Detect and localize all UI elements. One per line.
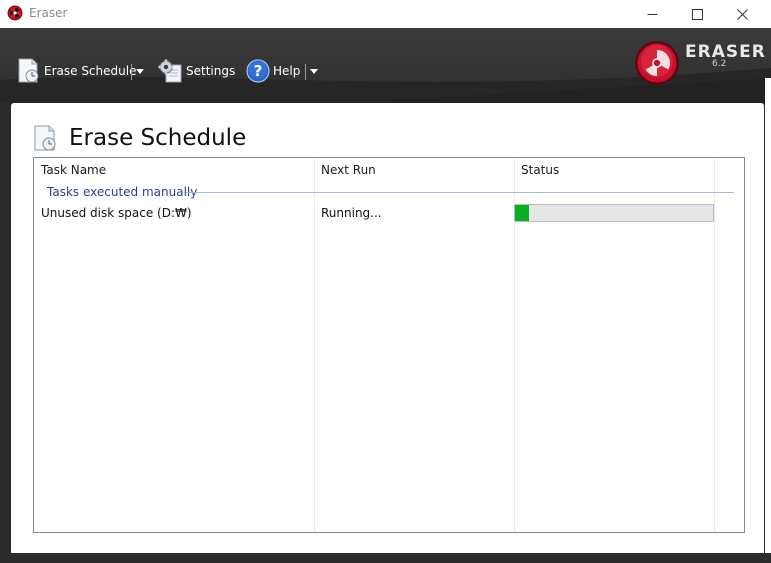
next-run-cell: Running... bbox=[321, 206, 382, 220]
toolbar-separator bbox=[131, 64, 132, 80]
column-header-task-name[interactable]: Task Name bbox=[34, 158, 314, 182]
erase-schedule-label: Erase Schedule bbox=[44, 64, 137, 78]
window-title: Eraser bbox=[29, 6, 68, 20]
status-progress-bar bbox=[514, 204, 714, 222]
eraser-logo-icon bbox=[635, 41, 679, 85]
task-list[interactable]: Task Name Next Run Status Tasks executed… bbox=[33, 157, 745, 533]
svg-text:?: ? bbox=[254, 62, 263, 80]
maximize-button[interactable] bbox=[674, 0, 720, 28]
group-header: Tasks executed manually bbox=[47, 185, 198, 199]
group-divider bbox=[186, 192, 734, 193]
erase-schedule-icon bbox=[18, 58, 39, 83]
close-button[interactable] bbox=[719, 0, 765, 28]
settings-gear-icon bbox=[158, 59, 182, 83]
progress-fill bbox=[515, 205, 529, 221]
task-name-cell: Unused disk space (D:₩) bbox=[41, 206, 192, 220]
column-divider bbox=[714, 158, 715, 532]
erase-schedule-button[interactable]: Erase Schedule bbox=[17, 58, 136, 84]
minimize-icon bbox=[647, 13, 657, 15]
eraser-app-icon bbox=[7, 5, 23, 21]
window-bottom-edge bbox=[0, 553, 771, 563]
page-title: Erase Schedule bbox=[69, 125, 247, 151]
help-question-icon: ? bbox=[246, 59, 270, 83]
main-panel: Erase Schedule Task Name Next Run Status… bbox=[11, 103, 764, 553]
background-window-edge bbox=[765, 78, 771, 563]
column-divider bbox=[314, 158, 315, 532]
help-dropdown[interactable] bbox=[308, 64, 320, 80]
help-label: Help bbox=[273, 64, 301, 78]
settings-button[interactable]: Settings bbox=[157, 58, 235, 84]
title-bar: Eraser bbox=[0, 0, 771, 28]
erase-schedule-dropdown[interactable] bbox=[134, 64, 146, 80]
column-header-status[interactable]: Status bbox=[514, 158, 714, 182]
chevron-down-icon bbox=[310, 69, 318, 74]
maximize-icon bbox=[691, 8, 703, 20]
erase-schedule-page-icon bbox=[34, 125, 56, 151]
close-icon bbox=[736, 8, 748, 20]
help-button[interactable]: ? Help bbox=[246, 59, 300, 83]
column-header-next-run[interactable]: Next Run bbox=[314, 158, 514, 182]
chevron-down-icon bbox=[136, 69, 144, 74]
settings-label: Settings bbox=[186, 64, 236, 78]
minimize-button[interactable] bbox=[629, 0, 675, 28]
toolbar-separator bbox=[305, 64, 306, 80]
logo-version: 6.2 bbox=[712, 59, 727, 69]
